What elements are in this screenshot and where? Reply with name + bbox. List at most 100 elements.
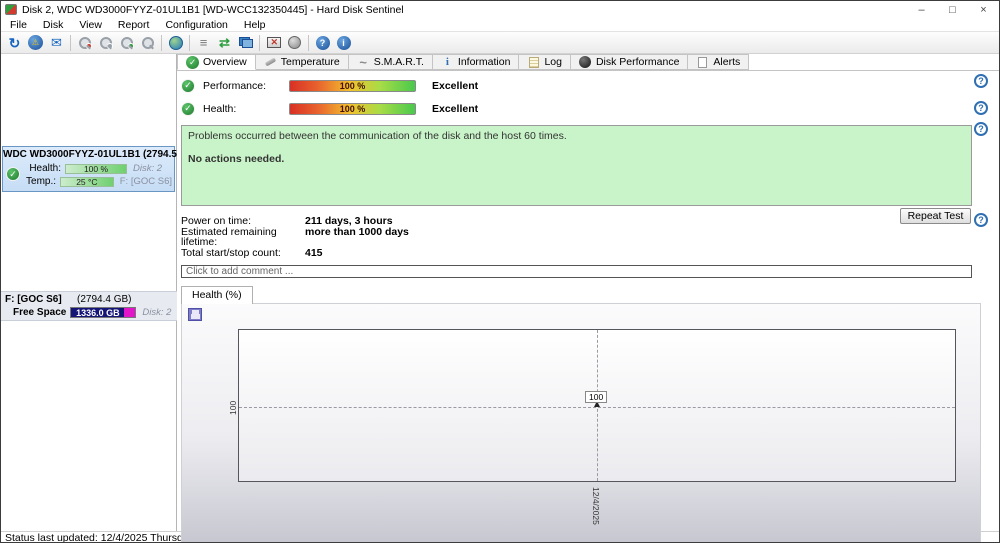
window-title: Disk 2, WDC WD3000FYYZ-01UL1B1 [WD-WCC13…	[22, 3, 404, 16]
x-axis-tick: 12/4/2025	[591, 487, 601, 525]
tab-disk-performance[interactable]: Disk Performance	[570, 54, 689, 70]
performance-row: ✓ Performance: 100 % Excellent	[181, 77, 999, 94]
repeat-test-button[interactable]: Repeat Test	[900, 208, 971, 224]
performance-status: Excellent	[432, 79, 479, 92]
partition-title: F: [GOC S6]	[5, 294, 62, 305]
disk-number-label: Disk: 2	[133, 163, 163, 174]
health-bar: 100 %	[289, 102, 416, 115]
free-space-bar: 1336.0 GB	[70, 307, 137, 318]
power-on-time-label: Power on time:	[181, 215, 252, 227]
performance-label: Performance:	[203, 79, 267, 92]
tab-smart[interactable]: ~ S.M.A.R.T.	[348, 54, 433, 70]
alert-settings-icon[interactable]: ⚠	[25, 33, 46, 52]
health-row: ✓ Health: 100 % Excellent	[181, 100, 999, 117]
health-chart-plot: 100 100 12/4/2025	[228, 329, 956, 525]
menu-disk[interactable]: Disk	[35, 19, 71, 31]
close-button[interactable]: ×	[968, 1, 999, 18]
save-chart-icon[interactable]	[188, 308, 202, 321]
comment-input[interactable]	[181, 265, 972, 278]
menu-report[interactable]: Report	[110, 19, 158, 31]
disk-list-sidebar: WDC WD3000FYYZ-01UL1B1 (2794.5 GB) ✓ Hea…	[1, 54, 199, 531]
menu-help[interactable]: Help	[236, 19, 274, 31]
disk-title: WDC WD3000FYYZ-01UL1B1 (2794.5 GB)	[3, 149, 199, 160]
minimize-button[interactable]: –	[906, 1, 937, 18]
refresh-icon[interactable]: ↻	[4, 33, 25, 52]
toolbar-separator	[70, 34, 71, 51]
tab-bar: ✓ Overview Temperature ~ S.M.A.R.T. i In…	[177, 54, 999, 71]
disk-temp-bar: 25 °C	[60, 176, 114, 187]
maximize-button[interactable]: □	[937, 1, 968, 18]
performance-check-icon: ✓	[181, 78, 195, 93]
menu-bar: File Disk View Report Configuration Help	[1, 18, 999, 31]
free-space-label: Free Space	[13, 307, 67, 318]
tab-overview[interactable]: ✓ Overview	[177, 54, 256, 70]
overview-panel: ✓ Overview Temperature ~ S.M.A.R.T. i In…	[177, 54, 999, 542]
report-list-icon[interactable]: ≡	[193, 33, 214, 52]
help-repeat-test-icon[interactable]: ?	[974, 213, 988, 227]
disk-volume-label: F: [GOC S6]	[119, 176, 172, 187]
start-stop-count-value: 415	[305, 246, 323, 259]
disk-health-label: Health:	[29, 163, 61, 174]
detect-disk-icon[interactable]	[137, 33, 158, 52]
tab-log[interactable]: Log	[519, 54, 571, 70]
lifetime-info-section: Power on time: 211 days, 3 hours Estimat…	[181, 216, 999, 258]
menu-file[interactable]: File	[2, 19, 35, 31]
detect-disk-green-icon[interactable]	[116, 33, 137, 52]
main-body: WDC WD3000FYYZ-01UL1B1 (2794.5 GB) ✓ Hea…	[1, 54, 999, 542]
alerts-icon	[696, 56, 709, 69]
information-icon: i	[445, 56, 449, 68]
remaining-lifetime-label: Estimated remaining lifetime:	[181, 225, 277, 248]
health-label: Health:	[203, 102, 237, 115]
check-icon: ✓	[186, 55, 199, 69]
power-on-time-value: 211 days, 3 hours	[305, 215, 393, 227]
disk-health-bar: 100 %	[65, 163, 127, 174]
tab-temperature[interactable]: Temperature	[255, 54, 349, 70]
sync-icon[interactable]: ⇄	[214, 33, 235, 52]
status-message-line2: No actions needed.	[188, 153, 285, 165]
status-message-line1: Problems occurred between the communicat…	[188, 130, 567, 142]
toolbar-separator	[259, 34, 260, 51]
disk-list-item-selected[interactable]: WDC WD3000FYYZ-01UL1B1 (2794.5 GB) ✓ Hea…	[2, 146, 199, 192]
partition-list-item[interactable]: F: [GOC S6] (2794.4 GB) Free Space 1336.…	[1, 291, 177, 321]
log-icon	[527, 56, 540, 69]
detect-disk-gray-icon[interactable]	[95, 33, 116, 52]
hard-disk-sentinel-window: Disk 2, WDC WD3000FYYZ-01UL1B1 [WD-WCC13…	[0, 0, 1000, 543]
help-icon[interactable]: ?	[312, 33, 333, 52]
info-row: Estimated remaining lifetime: more than …	[181, 225, 999, 248]
toolbar-separator	[189, 34, 190, 51]
health-chart-panel: 100 100 12/4/2025	[181, 303, 981, 542]
remaining-lifetime-value: more than 1000 days	[305, 225, 409, 238]
partition-size: (2794.4 GB)	[77, 294, 132, 305]
free-space-value: 1336.0 GB	[71, 308, 125, 318]
partition-disk-number: Disk: 2	[142, 307, 172, 318]
y-axis-tick: 100	[228, 400, 238, 415]
toolbar: ↻ ⚠ ✉ ≡ ⇄ ? i	[1, 31, 999, 54]
tab-information[interactable]: i Information	[432, 54, 520, 70]
title-bar: Disk 2, WDC WD3000FYYZ-01UL1B1 [WD-WCC13…	[1, 1, 999, 18]
menu-view[interactable]: View	[71, 19, 110, 31]
menu-configuration[interactable]: Configuration	[157, 19, 235, 31]
help-health-icon[interactable]: ?	[974, 101, 988, 115]
info-row: Power on time: 211 days, 3 hours	[181, 216, 999, 227]
status-message-box: Problems occurred between the communicat…	[181, 125, 972, 206]
window-controls: – □ ×	[906, 1, 999, 18]
health-chart-tab[interactable]: Health (%)	[181, 286, 253, 304]
info-row: Total start/stop count: 415	[181, 246, 999, 259]
report-icon[interactable]: ✉	[46, 33, 67, 52]
tab-alerts[interactable]: Alerts	[688, 54, 750, 70]
surface-test-icon[interactable]	[263, 33, 284, 52]
disk-temp-label: Temp.:	[26, 176, 57, 187]
data-point-label: 100	[585, 391, 608, 403]
toolbar-separator	[308, 34, 309, 51]
gauge-icon[interactable]	[284, 33, 305, 52]
info-icon[interactable]: i	[333, 33, 354, 52]
help-message-icon[interactable]: ?	[974, 122, 988, 136]
disk-health-check-icon: ✓	[6, 167, 20, 181]
help-performance-icon[interactable]: ?	[974, 74, 988, 88]
start-stop-count-label: Total start/stop count:	[181, 246, 281, 259]
network-computers-icon[interactable]	[235, 33, 256, 52]
performance-bar: 100 %	[289, 79, 416, 92]
detect-disk-red-icon[interactable]	[74, 33, 95, 52]
network-globe-icon[interactable]	[165, 33, 186, 52]
health-check-icon: ✓	[181, 101, 195, 116]
